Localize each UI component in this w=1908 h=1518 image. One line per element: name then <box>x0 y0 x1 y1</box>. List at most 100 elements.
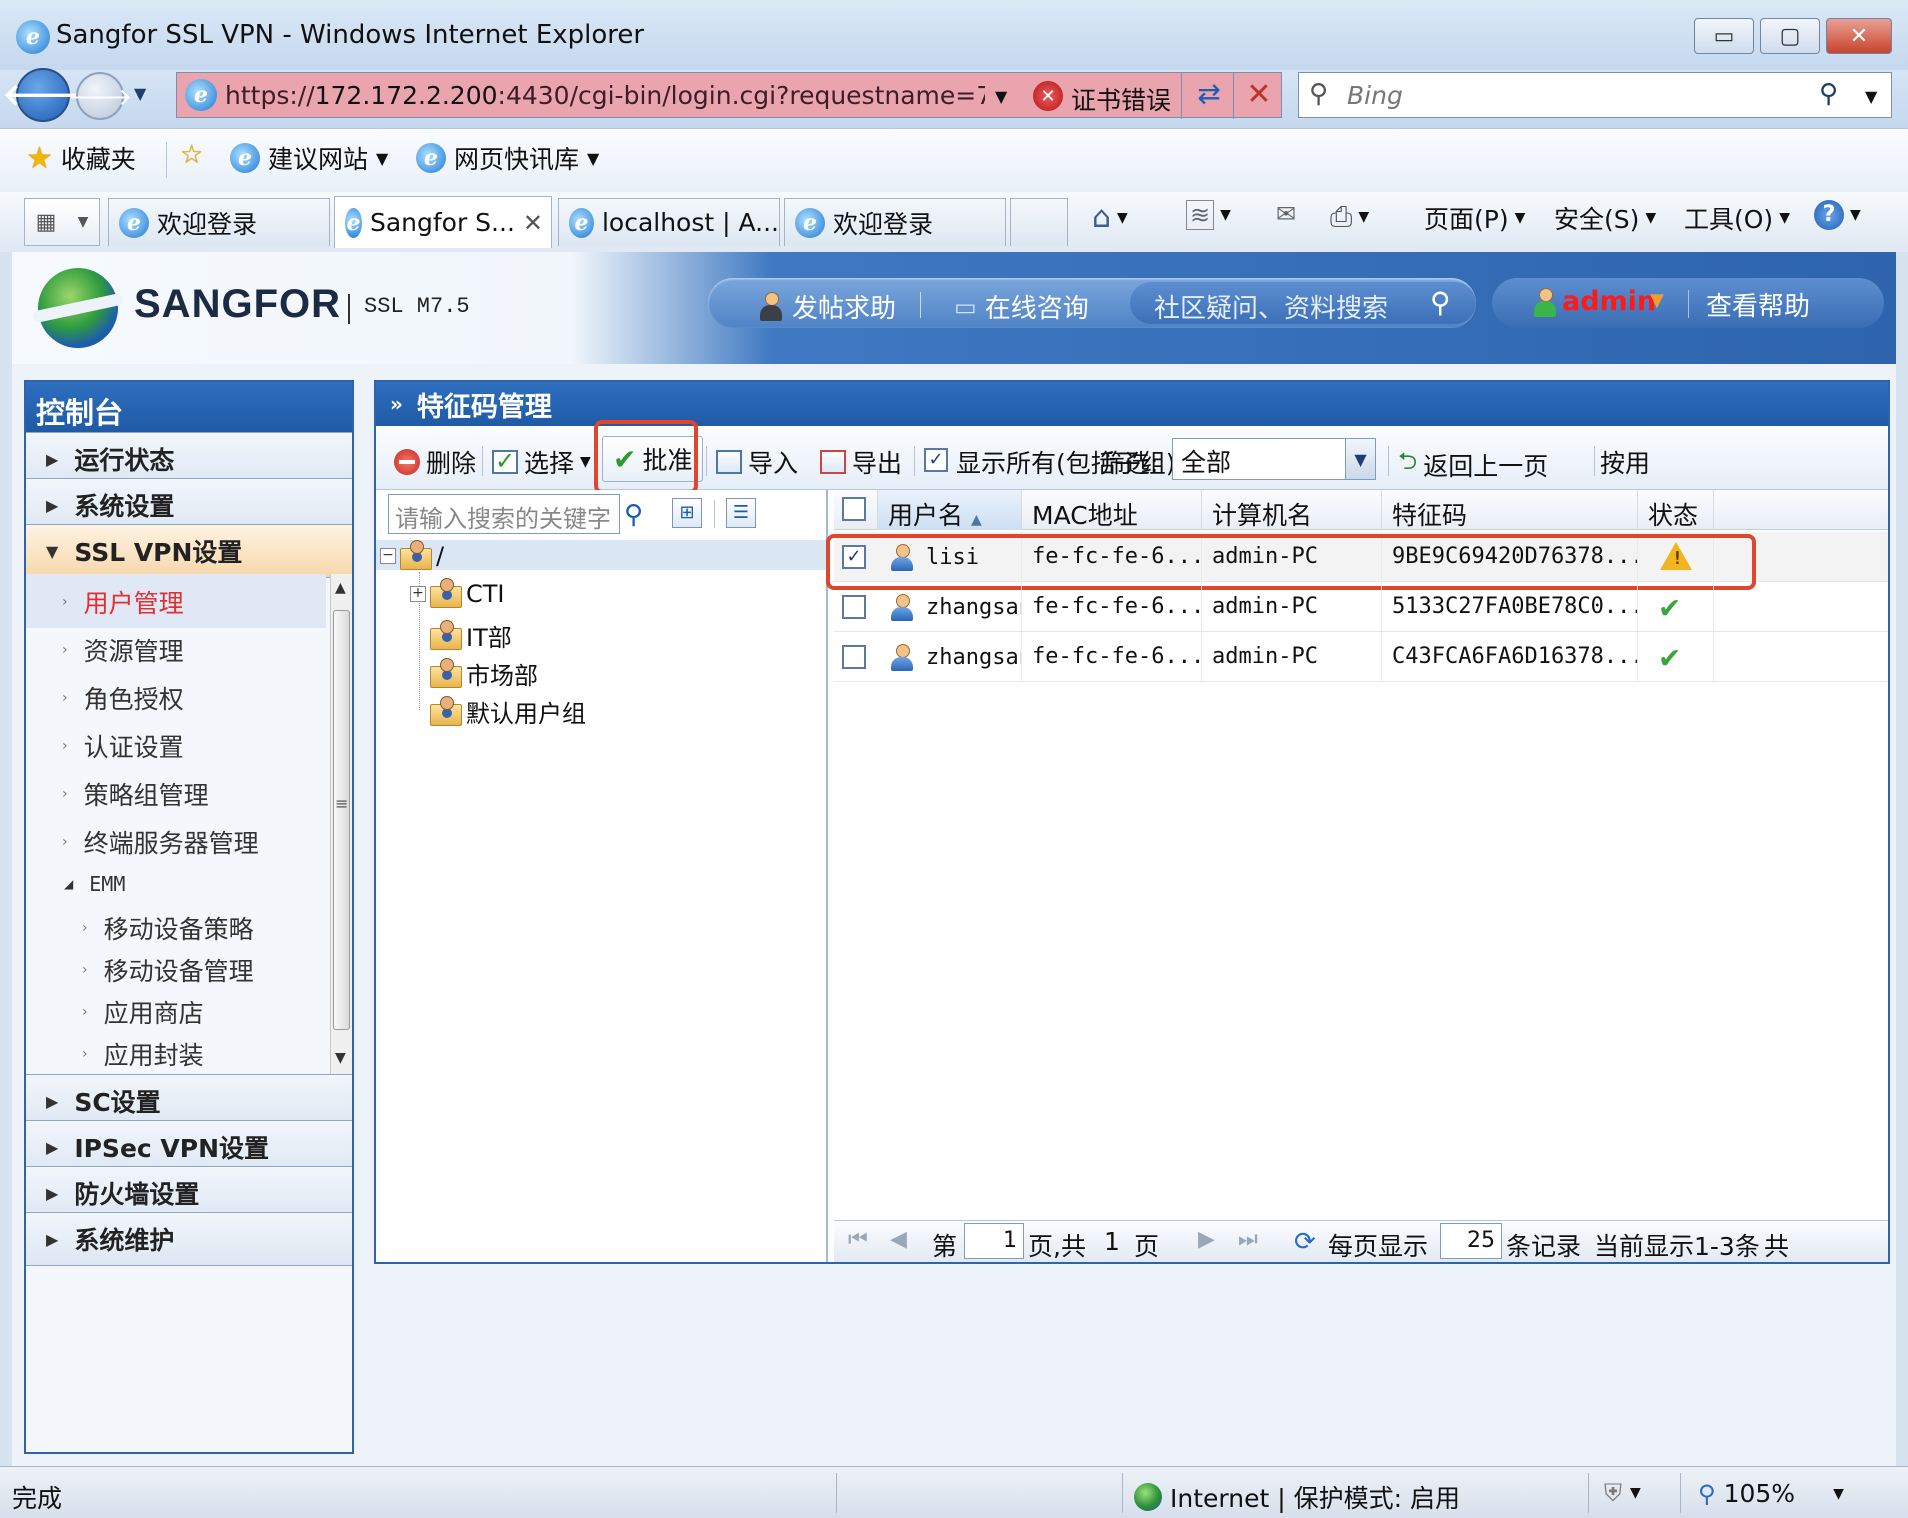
sidebar-section-maintenance[interactable]: ▶ 系统维护 <box>26 1212 352 1266</box>
security-zone[interactable]: Internet | 保护模式: 启用 <box>1134 1479 1460 1515</box>
sidebar-item-policy-groups[interactable]: › 策略组管理 <box>62 776 209 812</box>
minimize-button[interactable]: ▭ <box>1694 18 1754 54</box>
tab-sangfor[interactable]: e Sangfor S... ✕ <box>334 196 552 248</box>
page-number-input[interactable]: 1 <box>964 1223 1024 1259</box>
prev-page-icon[interactable]: ◀ <box>890 1227 907 1252</box>
sidebar-item-app-wrapping[interactable]: › 应用封装 <box>82 1036 204 1072</box>
history-dropdown-icon[interactable]: ▼ <box>134 84 146 103</box>
import-button[interactable]: 导入 <box>716 444 798 480</box>
sidebar-item-role-authorization[interactable]: › 角色授权 <box>62 680 184 716</box>
column-header-computer[interactable]: 计算机名 <box>1202 490 1382 530</box>
cert-error-icon[interactable]: ✕ <box>1033 81 1063 111</box>
show-all-checkbox[interactable]: ✓ <box>924 448 948 472</box>
tab-localhost[interactable]: e localhost | A... <box>558 198 780 246</box>
home-button[interactable]: ⌂ ▼ <box>1092 200 1128 235</box>
tree-node-default-group[interactable]: 默认用户组 <box>430 694 586 729</box>
search-icon[interactable]: ⚲ <box>1430 286 1451 319</box>
scrollbar-thumb[interactable] <box>333 610 350 1030</box>
refresh-icon[interactable]: ⟳ <box>1294 1227 1316 1257</box>
popup-blocker-button[interactable]: ⛨ ▼ <box>1604 1479 1641 1507</box>
sidebar-item-resource-management[interactable]: › 资源管理 <box>62 632 184 668</box>
add-favorite-button[interactable]: ☆ <box>180 140 203 170</box>
expand-icon[interactable]: + <box>410 586 426 602</box>
sidebar-section-ssl-vpn[interactable]: ▼ SSL VPN设置 <box>26 524 352 578</box>
address-dropdown-icon[interactable]: ▼ <box>995 87 1007 106</box>
per-page-input[interactable]: 25 <box>1440 1223 1502 1259</box>
post-help-link[interactable]: 发帖求助 <box>758 288 896 325</box>
chevron-down-icon[interactable]: ▼ <box>1650 290 1664 311</box>
zoom-button[interactable]: ⚲ 105% ▼ <box>1698 1479 1844 1508</box>
tree-node-it[interactable]: IT部 <box>430 618 512 653</box>
sidebar-item-user-management[interactable]: › 用户管理 <box>62 584 184 620</box>
row-checkbox[interactable] <box>842 595 866 619</box>
tools-menu[interactable]: 工具(O) ▼ <box>1684 200 1790 236</box>
search-placeholder[interactable]: Bing <box>1347 81 1403 110</box>
sidebar-item-app-store[interactable]: › 应用商店 <box>82 994 204 1030</box>
back-page-button[interactable]: ⮌ 返回上一页 <box>1398 444 1548 485</box>
search-box[interactable]: ⚲ Bing ⚲ ▼ <box>1298 72 1892 118</box>
collapse-all-icon[interactable]: ☰ <box>726 498 756 528</box>
address-bar[interactable]: e https://172.172.2.200:4430/cgi-bin/log… <box>176 72 1282 119</box>
delete-button[interactable]: 删除 <box>394 444 476 480</box>
favorites-button[interactable]: ★ 收藏夹 <box>26 140 136 176</box>
community-search-placeholder[interactable]: 社区疑问、资料搜索 <box>1154 288 1388 325</box>
help-menu[interactable]: ? ▼ <box>1814 200 1861 230</box>
filter-select[interactable]: 全部 ▼ <box>1172 438 1376 480</box>
column-header-code[interactable]: 特征码 <box>1382 490 1638 530</box>
quick-tabs-button[interactable]: ▦ ▼ <box>24 198 100 246</box>
print-button[interactable]: ⎙ ▼ <box>1330 200 1369 234</box>
back-button[interactable]: 🡐 <box>3 68 83 122</box>
sidebar-item-mobile-devices[interactable]: › 移动设备管理 <box>82 952 254 988</box>
new-tab-button[interactable] <box>1010 198 1068 246</box>
tree-node-root[interactable]: − / <box>380 540 444 570</box>
online-consult-link[interactable]: ▭ 在线咨询 <box>954 288 1089 325</box>
view-help-link[interactable]: 查看帮助 <box>1706 286 1810 323</box>
collapse-icon[interactable]: − <box>380 548 396 564</box>
forward-button[interactable]: 🡒 <box>68 72 132 120</box>
sidebar-item-mobile-policy[interactable]: › 移动设备策略 <box>82 910 254 946</box>
refresh-icon[interactable]: ⇄ <box>1187 77 1231 115</box>
community-search[interactable]: 社区疑问、资料搜索 ⚲ <box>1130 282 1476 324</box>
url-text[interactable]: https://172.172.2.200:4430/cgi-bin/login… <box>225 81 985 110</box>
first-page-icon[interactable]: ⏮ <box>848 1227 868 1252</box>
table-row[interactable]: zhangsan fe-fc-fe-6... admin-PC 5133C27F… <box>834 582 1888 632</box>
restore-button[interactable]: ▢ <box>1760 18 1820 54</box>
tree-search-input[interactable]: 请输入搜索的关键字 <box>388 494 620 534</box>
suggested-sites-link[interactable]: e 建议网站 ▼ <box>230 140 388 176</box>
page-menu[interactable]: 页面(P) ▼ <box>1424 200 1525 236</box>
cert-error-label[interactable]: 证书错误 <box>1071 81 1171 117</box>
select-button[interactable]: ✓ 选择 ▼ <box>492 444 591 480</box>
column-header-status[interactable]: 状态 <box>1638 490 1714 530</box>
scroll-down-icon[interactable]: ▼ <box>335 1050 346 1066</box>
tab-welcome-1[interactable]: e 欢迎登录 <box>108 198 330 246</box>
web-slice-gallery-link[interactable]: e 网页快讯库 ▼ <box>416 140 599 176</box>
scroll-up-icon[interactable]: ▲ <box>335 580 346 596</box>
close-tab-icon[interactable]: ✕ <box>523 209 543 237</box>
tree-node-marketing[interactable]: 市场部 <box>430 656 538 691</box>
sidebar-group-emm[interactable]: ◢ EMM <box>64 872 125 896</box>
next-page-icon[interactable]: ▶ <box>1198 1227 1215 1252</box>
column-header-mac[interactable]: MAC地址 <box>1022 490 1202 530</box>
tree-node-cti[interactable]: + CTI <box>410 578 505 608</box>
table-row[interactable]: zhangsan fe-fc-fe-6... admin-PC C43FCA6F… <box>834 632 1888 682</box>
select-all-checkbox[interactable] <box>842 497 866 521</box>
search-icon[interactable]: ⚲ <box>1819 79 1838 109</box>
column-header-username[interactable]: 用户名 ▲ <box>878 490 1022 530</box>
feeds-button[interactable]: ≋ ▼ <box>1186 200 1231 230</box>
search-icon[interactable]: ⚲ <box>624 500 643 530</box>
more-toolbar-button[interactable]: 按用 <box>1600 444 1650 480</box>
safety-menu[interactable]: 安全(S) ▼ <box>1554 200 1656 236</box>
sidebar-item-terminal-servers[interactable]: › 终端服务器管理 <box>62 824 259 860</box>
export-button[interactable]: 导出 <box>820 444 902 480</box>
row-checkbox[interactable] <box>842 645 866 669</box>
stop-icon[interactable]: ✕ <box>1241 77 1277 115</box>
sidebar-item-auth-settings[interactable]: › 认证设置 <box>62 728 184 764</box>
tab-welcome-2[interactable]: e 欢迎登录 <box>784 198 1006 246</box>
chevron-down-icon[interactable]: ▼ <box>1345 439 1375 479</box>
close-button[interactable]: ✕ <box>1826 18 1892 54</box>
current-user-menu[interactable]: admin <box>1562 286 1656 317</box>
expand-all-icon[interactable]: ⊞ <box>672 498 702 528</box>
sidebar-scrollbar[interactable]: ▲ ≡ ▼ <box>330 574 352 1074</box>
search-dropdown-icon[interactable]: ▼ <box>1865 87 1877 106</box>
mail-button[interactable]: ✉ <box>1276 200 1296 228</box>
